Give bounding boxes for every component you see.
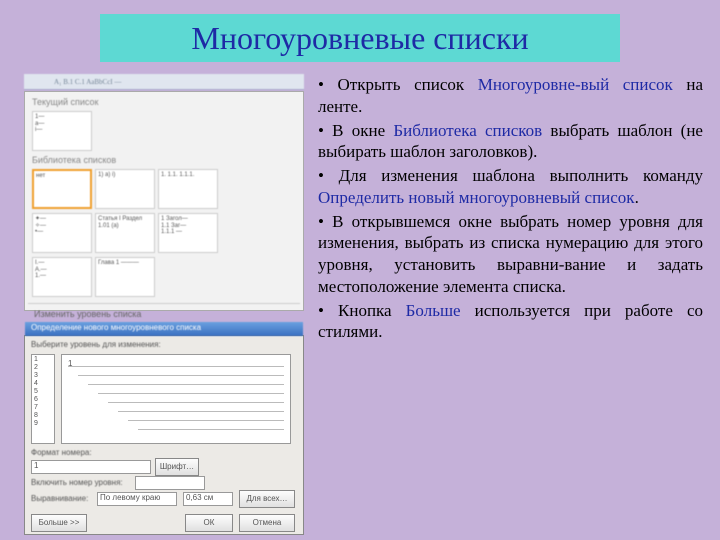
em: Многоуровне-вый список — [478, 75, 673, 94]
define-list-dialog: Определение нового многоуровневого списк… — [24, 335, 304, 535]
list-preview: 1 — [61, 354, 291, 444]
em: Библиотека списков — [393, 121, 542, 140]
align-label: Выравнивание: — [31, 494, 88, 503]
level-option[interactable]: 6 — [34, 396, 52, 404]
dropdown-row-current: 1—a—i— — [28, 109, 300, 153]
level-option[interactable]: 7 — [34, 404, 52, 412]
section-library: Библиотека списков — [28, 153, 300, 167]
all-button[interactable]: Для всех… — [239, 490, 295, 508]
dialog-title: Определение нового многоуровневого списк… — [25, 322, 303, 336]
t: . — [635, 188, 639, 207]
level-listbox[interactable]: 1 2 3 4 5 6 7 8 9 — [31, 354, 55, 444]
t: • Открыть список — [318, 75, 478, 94]
bullet-1: • Открыть список Многоуровне-вый список … — [318, 74, 703, 118]
list-preview-cell[interactable]: I.—A.—1.— — [32, 257, 92, 297]
dropdown-row-1: нет 1) a) i) 1. 1.1. 1.1.1. — [28, 167, 300, 211]
align-select[interactable]: По левому краю — [97, 492, 177, 506]
title-bar: Многоуровневые списки — [100, 14, 620, 62]
font-button[interactable]: Шрифт… — [155, 458, 199, 476]
link-change-level[interactable]: Изменить уровень списка — [28, 307, 300, 321]
bullet-2: • В окне Библиотека списков выбрать шабл… — [318, 120, 703, 164]
list-preview-cell[interactable]: Глава 1 ——— — [95, 257, 155, 297]
em: Больше — [406, 301, 461, 320]
indent-input[interactable]: 0,63 см — [183, 492, 233, 506]
list-preview-cell[interactable]: 1. 1.1. 1.1.1. — [158, 169, 218, 209]
cancel-button[interactable]: Отмена — [239, 514, 295, 532]
instruction-text: • Открыть список Многоуровне-вый список … — [318, 74, 703, 345]
multilevel-dropdown: Текущий список 1—a—i— Библиотека списков… — [24, 91, 304, 311]
list-preview-cell[interactable]: Статья I Раздел 1.01 (a) — [95, 213, 155, 253]
t: • В окне — [318, 121, 393, 140]
list-preview-cell[interactable]: 1—a—i— — [32, 111, 92, 151]
levels-label: Выберите уровень для изменения: — [31, 340, 161, 349]
level-option[interactable]: 1 — [34, 356, 52, 364]
section-current: Текущий список — [28, 95, 300, 109]
bullet-5: • Кнопка Больше используется при работе … — [318, 300, 703, 344]
list-preview-cell[interactable]: ✦—✧—•— — [32, 213, 92, 253]
list-preview-cell[interactable]: 1) a) i) — [95, 169, 155, 209]
dropdown-row-3: I.—A.—1.— Глава 1 ——— — [28, 255, 300, 299]
ok-button[interactable]: ОК — [185, 514, 233, 532]
dropdown-row-2: ✦—✧—•— Статья I Раздел 1.01 (a) 1 Загол—… — [28, 211, 300, 255]
t: • Для изменения шаблона выполнить команд… — [318, 166, 703, 185]
more-button[interactable]: Больше >> — [31, 514, 87, 532]
ribbon-snippet: A₁ B.1 C.1 AaBbCcI — — [24, 74, 304, 90]
include-label: Включить номер уровня: — [31, 478, 123, 487]
left-column: A₁ B.1 C.1 AaBbCcI — Текущий список 1—a—… — [24, 74, 304, 535]
bullet-3: • Для изменения шаблона выполнить команд… — [318, 165, 703, 209]
em: Определить новый многоуровневый список — [318, 188, 635, 207]
level-option[interactable]: 8 — [34, 412, 52, 420]
level-option[interactable]: 3 — [34, 372, 52, 380]
bullet-4: • В открывшемся окне выбрать номер уровн… — [318, 211, 703, 298]
level-option[interactable]: 5 — [34, 388, 52, 396]
level-option[interactable]: 9 — [34, 420, 52, 428]
page-title: Многоуровневые списки — [191, 20, 528, 57]
format-label: Формат номера: — [31, 448, 92, 457]
level-option[interactable]: 2 — [34, 364, 52, 372]
format-input[interactable]: 1 — [31, 460, 151, 474]
level-option[interactable]: 4 — [34, 380, 52, 388]
list-preview-cell[interactable]: 1 Загол—1.1 Заг—1.1.1 — — [158, 213, 218, 253]
include-select[interactable] — [135, 476, 205, 490]
t: • Кнопка — [318, 301, 406, 320]
list-preview-none[interactable]: нет — [32, 169, 92, 209]
